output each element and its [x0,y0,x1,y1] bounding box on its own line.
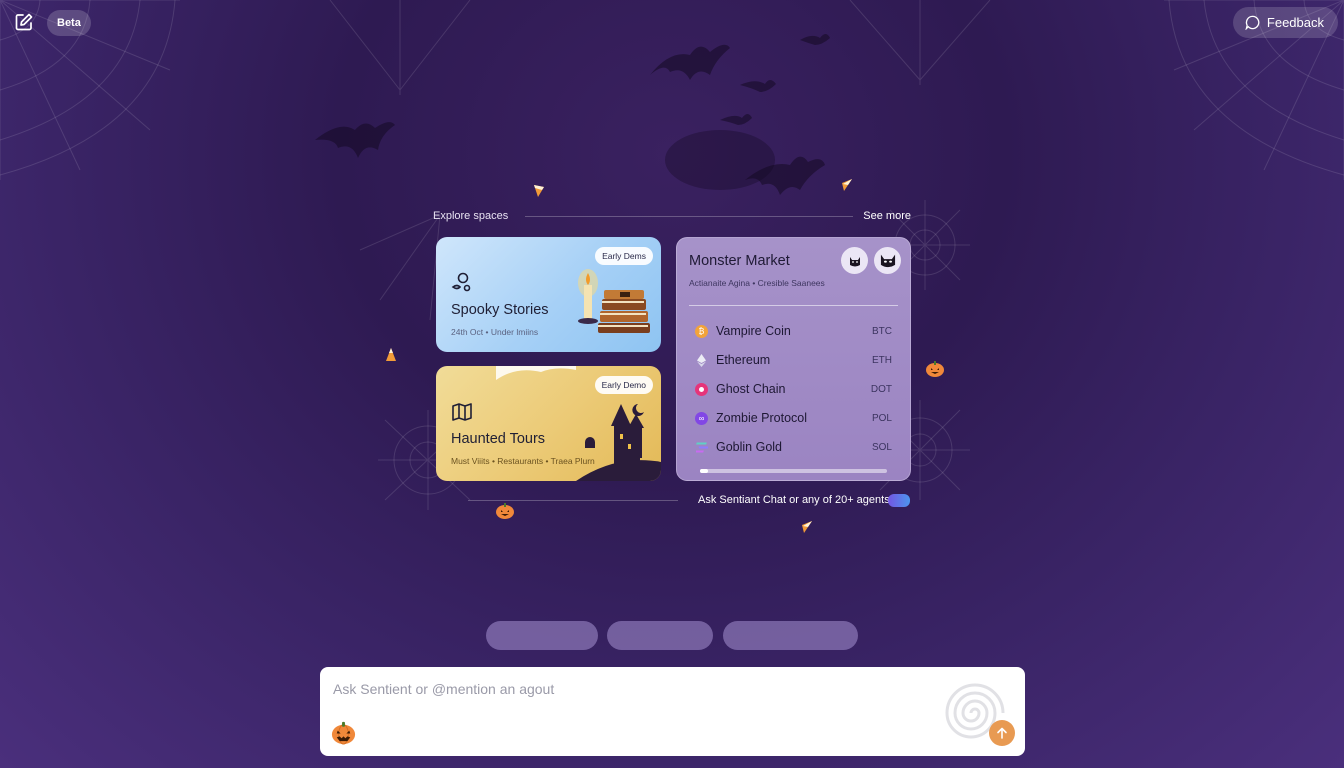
arrow-up-icon [997,727,1007,739]
suggestion-chip[interactable] [486,621,598,650]
card-title: Haunted Tours [451,431,546,447]
cobweb-decoration [0,0,1344,510]
coin-name: Ghost Chain [716,382,786,396]
divider [525,216,853,217]
candy-corn-icon [842,179,852,191]
explore-header: Explore spaces See more [433,208,911,226]
agents-icon [888,494,910,507]
card-meta-item: Must Viiits [451,456,490,466]
coin-name: Goblin Gold [716,440,783,454]
coin-symbol: BTC [872,325,892,337]
cat-icon [849,256,860,266]
solana-icon [695,441,708,454]
cat-icon [880,254,895,267]
haunted-castle-illustration [576,404,661,481]
books-candle-illustration [578,269,650,333]
coin-row[interactable]: Goblin Gold SOL [695,437,892,457]
card-meta-date: 24th Oct [451,327,484,337]
market-subtitle-item: Actianaite Agina [689,278,750,288]
see-more-link[interactable]: See more [863,210,911,222]
coin-symbol: ETH [872,354,892,366]
card-meta-item: Restaurants [497,456,544,466]
space-card-spooky-stories[interactable]: Early Dems Spooky Stories 24th Oct • Und… [436,237,661,352]
early-demo-badge: Early Demo [594,376,653,394]
suggestion-chip[interactable] [607,621,713,650]
coin-row[interactable]: Ethereum ETH [695,350,892,370]
card-meta: 24th Oct • Under lmiins [451,327,539,337]
card-meta-duration: Under lmiins [490,327,539,337]
feedback-label: Feedback [1266,15,1324,30]
coin-name: Ethereum [716,353,771,367]
ask-agents-text: Ask Sentiant Chat or any of 20+ agents [698,494,890,506]
coin-row[interactable]: ∞ Zombie Protocol POL [695,408,892,428]
scrollbar-thumb[interactable] [700,469,708,473]
coin-name: Vampire Coin [716,324,791,338]
suggestion-chip[interactable] [723,621,858,650]
beta-badge: Beta [47,10,91,36]
pumpkin-icon[interactable] [330,719,357,746]
search-person-icon [451,272,471,292]
coin-symbol: SOL [871,441,892,453]
horizontal-scrollbar[interactable] [700,469,887,473]
avatar [874,247,901,274]
candy-corn-icon [802,521,812,533]
coin-row[interactable]: ₿ Vampire Coin BTC [695,321,892,341]
market-subtitle-item: Cresible Saanees [757,278,825,288]
bitcoin-icon: ₿ [695,324,708,338]
divider [468,500,678,501]
avatar [841,247,868,274]
market-title: Monster Market [689,253,790,269]
chat-input-box [320,667,1025,756]
coin-row[interactable]: Ghost Chain DOT [695,379,892,399]
new-chat-icon[interactable] [14,12,34,32]
polkadot-icon [695,382,708,396]
polygon-icon: ∞ [695,411,708,425]
early-demo-badge: Early Dems [595,247,653,265]
map-icon [452,403,472,421]
chat-bubble-icon [1245,15,1260,30]
coin-symbol: DOT [870,383,892,395]
market-subtitle: Actianaite Agina • Cresible Saanees [689,278,825,288]
ethereum-icon [695,353,708,367]
send-button[interactable] [989,720,1015,746]
space-card-haunted-tours[interactable]: Early Demo Haunted Tours Must Viiits • R… [436,366,661,481]
pumpkin-icon [926,361,944,377]
cloud-decoration [496,366,576,380]
coin-name: Zombie Protocol [716,411,808,425]
card-title: Spooky Stories [451,302,549,318]
candy-corn-icon [386,348,396,361]
coin-symbol: POL [871,412,892,424]
candy-corn-icon [534,185,544,197]
divider [689,305,898,306]
pumpkin-icon [496,503,514,519]
explore-spaces-label: Explore spaces [433,210,509,222]
chat-input[interactable] [333,681,933,697]
feedback-button[interactable]: Feedback [1232,7,1338,38]
monster-market-card[interactable]: Monster Market Actianaite Agina • Cresib… [676,237,911,481]
card-meta: Must Viiits • Restaurants • Traea Plurn [451,456,595,466]
